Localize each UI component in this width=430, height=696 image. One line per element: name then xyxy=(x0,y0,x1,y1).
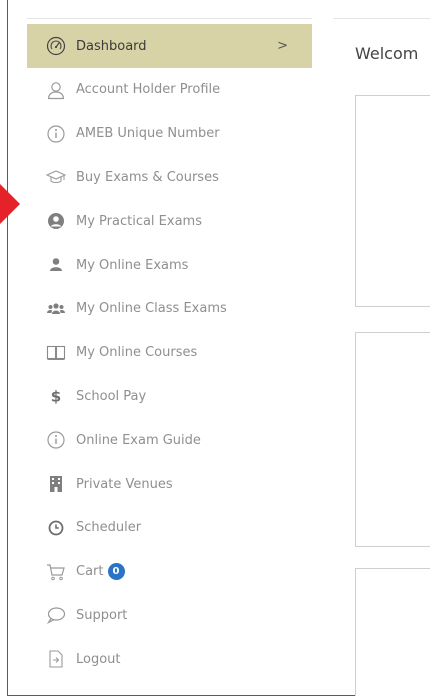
main-content: Welcom xyxy=(333,0,430,696)
sidebar-item-label: My Online Exams xyxy=(76,257,189,273)
sidebar-item-school-pay[interactable]: $ School Pay xyxy=(27,375,312,419)
logout-icon xyxy=(45,648,67,670)
sidebar-item-support[interactable]: Support xyxy=(27,594,312,638)
sidebar-item-label: Logout xyxy=(76,651,121,667)
divider xyxy=(333,18,430,19)
sidebar-item-label: Buy Exams & Courses xyxy=(76,169,219,185)
sidebar-item-scheduler[interactable]: Scheduler xyxy=(27,506,312,550)
divider xyxy=(27,18,312,19)
dashboard-panel xyxy=(355,568,430,696)
sidebar-item-dashboard[interactable]: Dashboard > xyxy=(27,24,312,68)
graduation-cap-icon xyxy=(45,166,67,188)
sidebar-item-label: My Practical Exams xyxy=(76,213,202,229)
info-circle-icon xyxy=(45,123,67,145)
sidebar-item-my-practical-exams[interactable]: My Practical Exams xyxy=(27,199,312,243)
clock-icon xyxy=(45,517,67,539)
dashboard-gauge-icon xyxy=(45,35,67,57)
sidebar-item-buy-exams-courses[interactable]: Buy Exams & Courses xyxy=(27,156,312,200)
sidebar: Dashboard > Account Holder Profile AMEB … xyxy=(27,0,312,696)
sidebar-item-label: Online Exam Guide xyxy=(76,432,201,448)
info-circle-icon xyxy=(45,429,67,451)
user-circle-icon xyxy=(45,210,67,232)
sidebar-item-my-online-courses[interactable]: My Online Courses xyxy=(27,331,312,375)
welcome-heading: Welcom xyxy=(355,44,419,63)
dashboard-panel xyxy=(355,95,430,307)
dollar-icon: $ xyxy=(45,385,67,407)
sidebar-item-label: Support xyxy=(76,607,128,623)
sidebar-item-private-venues[interactable]: Private Venues xyxy=(27,462,312,506)
sidebar-item-label: AMEB Unique Number xyxy=(76,126,220,142)
dashboard-panel xyxy=(355,332,430,547)
users-group-icon xyxy=(45,298,67,320)
building-icon xyxy=(45,473,67,495)
sidebar-item-account-holder-profile[interactable]: Account Holder Profile xyxy=(27,68,312,112)
chevron-right-icon: > xyxy=(277,38,288,54)
sidebar-item-cart[interactable]: Cart 0 xyxy=(27,550,312,594)
annotation-arrow-icon xyxy=(0,184,20,224)
open-book-icon xyxy=(45,342,67,364)
sidebar-item-ameb-unique-number[interactable]: AMEB Unique Number xyxy=(27,112,312,156)
svg-text:$: $ xyxy=(51,388,61,406)
sidebar-item-label: My Online Courses xyxy=(76,345,198,361)
sidebar-item-logout[interactable]: Logout xyxy=(27,637,312,681)
sidebar-item-label: Account Holder Profile xyxy=(76,82,221,98)
cart-count-badge: 0 xyxy=(107,563,125,581)
sidebar-item-online-exam-guide[interactable]: Online Exam Guide xyxy=(27,418,312,462)
sidebar-item-my-online-exams[interactable]: My Online Exams xyxy=(27,243,312,287)
sidebar-item-label: Private Venues xyxy=(76,476,173,492)
user-solid-icon xyxy=(45,254,67,276)
sidebar-item-my-online-class-exams[interactable]: My Online Class Exams xyxy=(27,287,312,331)
sidebar-item-label: My Online Class Exams xyxy=(76,301,227,317)
user-outline-icon xyxy=(45,79,67,101)
cart-icon xyxy=(45,561,67,583)
chat-bubble-icon xyxy=(45,604,67,626)
sidebar-menu: Dashboard > Account Holder Profile AMEB … xyxy=(27,24,312,681)
sidebar-item-label: Dashboard xyxy=(76,38,147,54)
sidebar-item-label: Scheduler xyxy=(76,520,142,536)
sidebar-item-label: Cart xyxy=(76,564,104,580)
sidebar-item-label: School Pay xyxy=(76,388,147,404)
